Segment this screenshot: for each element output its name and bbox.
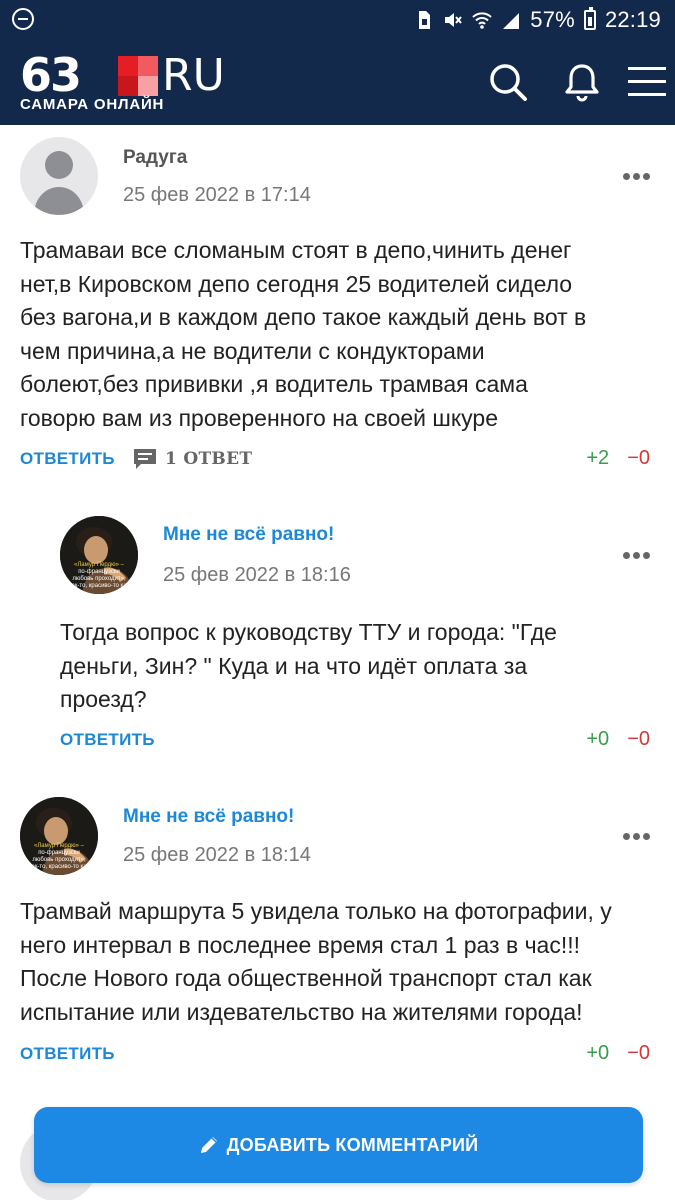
comment-author[interactable]: Мне не всё равно! (163, 524, 334, 546)
pencil-icon (200, 1137, 217, 1153)
comment-text: Тогда вопрос к руководству ТТУ и города:… (60, 619, 557, 712)
more-icon[interactable] (623, 173, 651, 181)
reply-button[interactable]: ОТВЕТИТЬ (20, 1044, 115, 1064)
clock: 22:19 (604, 7, 661, 32)
status-circle-icon (12, 8, 34, 30)
avatar: «Ламур Пердю» – по-французски любовь про… (60, 516, 138, 594)
more-icon[interactable] (623, 833, 651, 841)
reply-button[interactable]: ОТВЕТИТЬ (60, 730, 155, 750)
add-comment-label: ДОБАВИТЬ КОММЕНТАРИЙ (226, 1134, 479, 1155)
comment-text: Трамвай маршрута 5 увидела только на фот… (20, 898, 612, 1025)
logo-ru: RU (162, 50, 225, 101)
logo-subtitle: САМАРА ОНЛАЙН (20, 96, 165, 113)
comment-reply: «Ламур Пердю» – по-французски любовь про… (0, 485, 675, 775)
status-bar: 57% 22:19 (0, 0, 675, 40)
vote-up-button[interactable]: +2 (586, 447, 609, 469)
avatar-caption: «Ламур Пердю» – по-французски любовь про… (68, 562, 130, 589)
vote-down-button[interactable]: −0 (627, 1042, 650, 1064)
default-user-icon (34, 151, 84, 215)
comment: «Ламур Пердю» – по-французски любовь про… (0, 775, 675, 1075)
comment-bubble-icon (134, 449, 156, 469)
comment-author[interactable]: Радуга (123, 147, 187, 169)
vote-counter: +0 −0 (586, 728, 650, 751)
logo-square (118, 56, 158, 96)
reply-button[interactable]: ОТВЕТИТЬ (20, 449, 115, 469)
vote-counter: +2 −0 (586, 447, 650, 470)
logo-number: 63 (20, 48, 82, 102)
mute-icon (445, 13, 463, 27)
comment-date: 25 фев 2022 в 18:16 (163, 564, 351, 586)
vote-down-button[interactable]: −0 (627, 728, 650, 750)
search-icon[interactable] (486, 60, 530, 104)
vote-up-button[interactable]: +0 (586, 728, 609, 750)
comment: Радуга 25 фев 2022 в 17:14 Трамаваи все … (0, 125, 675, 485)
bell-icon[interactable] (560, 60, 604, 104)
avatar (20, 137, 98, 215)
avatar-caption: «Ламур Пердю» – по-французски любовь про… (28, 843, 90, 870)
site-logo[interactable]: 63 RU САМАРА ОНЛАЙН (20, 48, 260, 113)
add-comment-button[interactable]: ДОБАВИТЬ КОММЕНТАРИЙ (34, 1107, 643, 1183)
vote-up-button[interactable]: +0 (586, 1042, 609, 1064)
replies-count: 1 ОТВЕТ (165, 449, 253, 469)
comment-date: 25 фев 2022 в 18:14 (123, 844, 311, 866)
comment-author[interactable]: Мне не всё равно! (123, 806, 294, 828)
app-header: 63 RU САМАРА ОНЛАЙН (0, 40, 675, 125)
sim-icon (419, 11, 431, 29)
battery-icon (583, 7, 596, 30)
vote-counter: +0 −0 (586, 1042, 650, 1065)
replies-toggle[interactable]: 1 ОТВЕТ (133, 448, 252, 470)
menu-icon[interactable] (626, 60, 668, 104)
signal-icon (503, 13, 520, 29)
more-icon[interactable] (623, 552, 651, 560)
status-icons: 57% 22:19 (414, 6, 661, 34)
battery-percent: 57% (530, 7, 575, 32)
wifi-icon (472, 12, 492, 29)
comment-date: 25 фев 2022 в 17:14 (123, 184, 311, 206)
comment-text: Трамаваи все сломаным стоят в депо,чинит… (20, 237, 587, 431)
avatar: «Ламур Пердю» – по-французски любовь про… (20, 797, 98, 875)
vote-down-button[interactable]: −0 (627, 447, 650, 469)
